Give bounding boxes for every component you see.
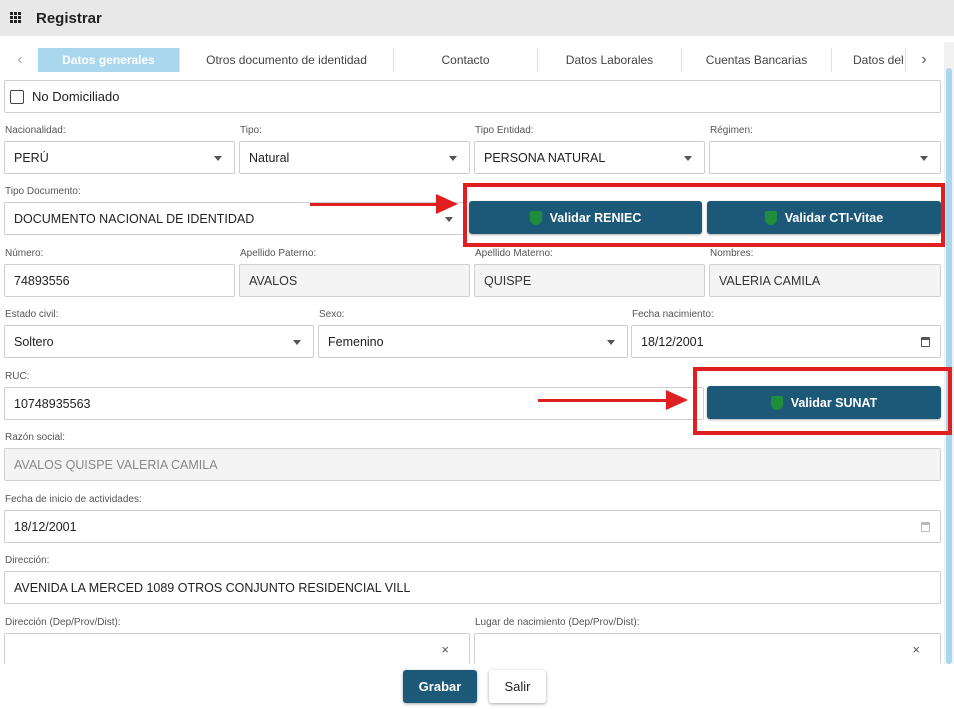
- fecha-inicio-label: Fecha de inicio de actividades:: [5, 494, 142, 505]
- chevron-down-icon: [607, 340, 615, 345]
- no-domiciliado-row: No Domiciliado: [4, 80, 941, 113]
- regimen-select[interactable]: [709, 141, 941, 174]
- razon-social-label: Razón social:: [5, 432, 66, 443]
- annotation-highlight-box: [693, 367, 952, 435]
- page-title: Registrar: [36, 10, 102, 27]
- apellido-materno-label: Apellido Materno:: [475, 248, 553, 259]
- chevron-down-icon: [293, 340, 301, 345]
- numero-label: Número:: [5, 248, 44, 259]
- lugar-nacimiento-label: Lugar de nacimiento (Dep/Prov/Dist):: [475, 617, 640, 628]
- nombres-input[interactable]: VALERIA CAMILA: [709, 264, 941, 297]
- annotation-arrow-head: [666, 390, 688, 410]
- tab-cuentas-bancarias[interactable]: Cuentas Bancarias: [682, 48, 832, 72]
- chevron-down-icon: [445, 217, 453, 222]
- estado-civil-select[interactable]: Soltero: [4, 325, 314, 358]
- apellido-paterno-input[interactable]: AVALOS: [239, 264, 470, 297]
- razon-social-input[interactable]: AVALOS QUISPE VALERIA CAMILA: [4, 448, 941, 481]
- calendar-icon[interactable]: [921, 337, 930, 347]
- nacionalidad-label: Nacionalidad:: [5, 125, 66, 136]
- no-domiciliado-checkbox[interactable]: [10, 89, 24, 104]
- no-domiciliado-label: No Domiciliado: [32, 89, 120, 104]
- scrollbar[interactable]: [944, 42, 954, 664]
- direccion-label: Dirección:: [5, 555, 50, 566]
- regimen-label: Régimen:: [710, 125, 753, 136]
- tab-datos-generales[interactable]: Datos generales: [38, 48, 180, 72]
- annotation-arrow: [310, 203, 440, 206]
- nacionalidad-select[interactable]: PERÚ: [4, 141, 235, 174]
- direccion-ubigeo-input[interactable]: ×: [4, 633, 470, 664]
- annotation-highlight-box: [463, 183, 945, 247]
- apellido-paterno-label: Apellido Paterno:: [240, 248, 317, 259]
- lugar-nacimiento-input[interactable]: ×: [474, 633, 941, 664]
- tipo-entidad-select[interactable]: PERSONA NATURAL: [474, 141, 705, 174]
- chevron-down-icon: [214, 156, 222, 161]
- tipo-entidad-label: Tipo Entidad:: [475, 125, 534, 136]
- annotation-arrow: [538, 399, 670, 402]
- ruc-label: RUC:: [5, 371, 30, 382]
- salir-button[interactable]: Salir: [489, 670, 546, 703]
- sexo-label: Sexo:: [319, 309, 345, 320]
- grid-icon[interactable]: [10, 12, 21, 23]
- sexo-select[interactable]: Femenino: [318, 325, 628, 358]
- chevron-down-icon: [920, 156, 928, 161]
- fecha-nacimiento-label: Fecha nacimiento:: [632, 309, 714, 320]
- fecha-nacimiento-input[interactable]: 18/12/2001: [631, 325, 941, 358]
- clear-icon[interactable]: ×: [912, 642, 920, 657]
- tab-contacto[interactable]: Contacto: [394, 48, 538, 72]
- tab-datos-del[interactable]: Datos del: [832, 48, 906, 72]
- tipo-documento-select[interactable]: DOCUMENTO NACIONAL DE IDENTIDAD: [4, 202, 466, 235]
- direccion-ubigeo-label: Dirección (Dep/Prov/Dist):: [5, 617, 121, 628]
- chevron-left-icon[interactable]: ‹: [4, 46, 36, 74]
- numero-input[interactable]: 74893556: [4, 264, 235, 297]
- clear-icon[interactable]: ×: [441, 642, 449, 657]
- chevron-right-icon[interactable]: ›: [908, 46, 940, 74]
- tipo-label: Tipo:: [240, 125, 262, 136]
- chevron-down-icon: [684, 156, 692, 161]
- chevron-down-icon: [449, 156, 457, 161]
- tipo-select[interactable]: Natural: [239, 141, 470, 174]
- ruc-input[interactable]: 10748935563: [4, 387, 704, 420]
- top-bar: Registrar: [0, 0, 954, 36]
- fecha-inicio-input[interactable]: 18/12/2001: [4, 510, 941, 543]
- calendar-icon[interactable]: [921, 522, 930, 532]
- tab-otros-documento[interactable]: Otros documento de identidad: [180, 48, 394, 72]
- nombres-label: Nombres:: [710, 248, 754, 259]
- scrollbar-thumb[interactable]: [946, 68, 952, 664]
- apellido-materno-input[interactable]: QUISPE: [474, 264, 705, 297]
- tipo-documento-label: Tipo Documento:: [5, 186, 81, 197]
- tab-datos-laborales[interactable]: Datos Laborales: [538, 48, 682, 72]
- estado-civil-label: Estado civil:: [5, 309, 59, 320]
- annotation-arrow-head: [436, 194, 458, 214]
- direccion-input[interactable]: AVENIDA LA MERCED 1089 OTROS CONJUNTO RE…: [4, 571, 941, 604]
- tab-bar: ‹ Datos generales Otros documento de ide…: [0, 46, 954, 74]
- grabar-button[interactable]: Grabar: [403, 670, 477, 703]
